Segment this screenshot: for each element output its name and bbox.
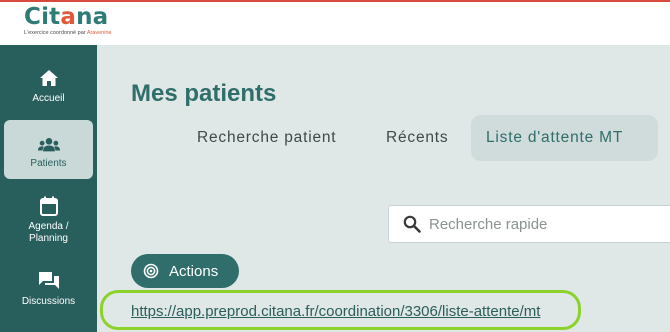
actions-label: Actions: [169, 262, 219, 280]
page-title: Mes patients: [131, 80, 277, 107]
tab-liste-attente-mt[interactable]: Liste d'attente MT: [471, 115, 658, 161]
target-icon: [143, 263, 159, 279]
sidebar: Accueil Patients Agenda / Planning Discu…: [0, 45, 97, 332]
sidebar-item-label: Discussions: [21, 296, 76, 307]
top-bar: Citana L'exercice coordonné par Aravenin…: [0, 0, 670, 45]
sidebar-item-label: Accueil: [32, 93, 65, 104]
chat-icon: [38, 270, 60, 292]
tab-recents[interactable]: Récents: [386, 115, 448, 161]
logo-tagline: L'exercice coordonné par Aravenine: [24, 30, 112, 36]
citana-logo[interactable]: Citana L'exercice coordonné par Aravenin…: [24, 4, 112, 36]
search-box[interactable]: Recherche rapide: [388, 205, 670, 243]
main-content: Mes patients Recherche patient Récents L…: [97, 45, 670, 332]
home-icon: [38, 67, 60, 89]
url-highlight-outline: [100, 290, 581, 330]
sidebar-item-label: Patients: [30, 158, 67, 169]
search-input[interactable]: Recherche rapide: [429, 216, 547, 233]
actions-button[interactable]: Actions: [131, 254, 239, 288]
search-icon: [403, 215, 421, 233]
tab-recherche-patient[interactable]: Recherche patient: [197, 115, 336, 161]
sidebar-item-accueil[interactable]: Accueil: [4, 67, 93, 111]
calendar-icon: [38, 195, 60, 217]
users-icon: [37, 134, 60, 156]
sidebar-item-discussions[interactable]: Discussions: [4, 270, 93, 310]
sidebar-item-agenda[interactable]: Agenda / Planning: [4, 195, 93, 247]
sidebar-item-label: Agenda / Planning: [28, 221, 69, 244]
sidebar-item-patients[interactable]: Patients: [4, 120, 93, 179]
logo-wordmark: Citana: [24, 4, 109, 30]
top-accent-line: [0, 0, 670, 2]
